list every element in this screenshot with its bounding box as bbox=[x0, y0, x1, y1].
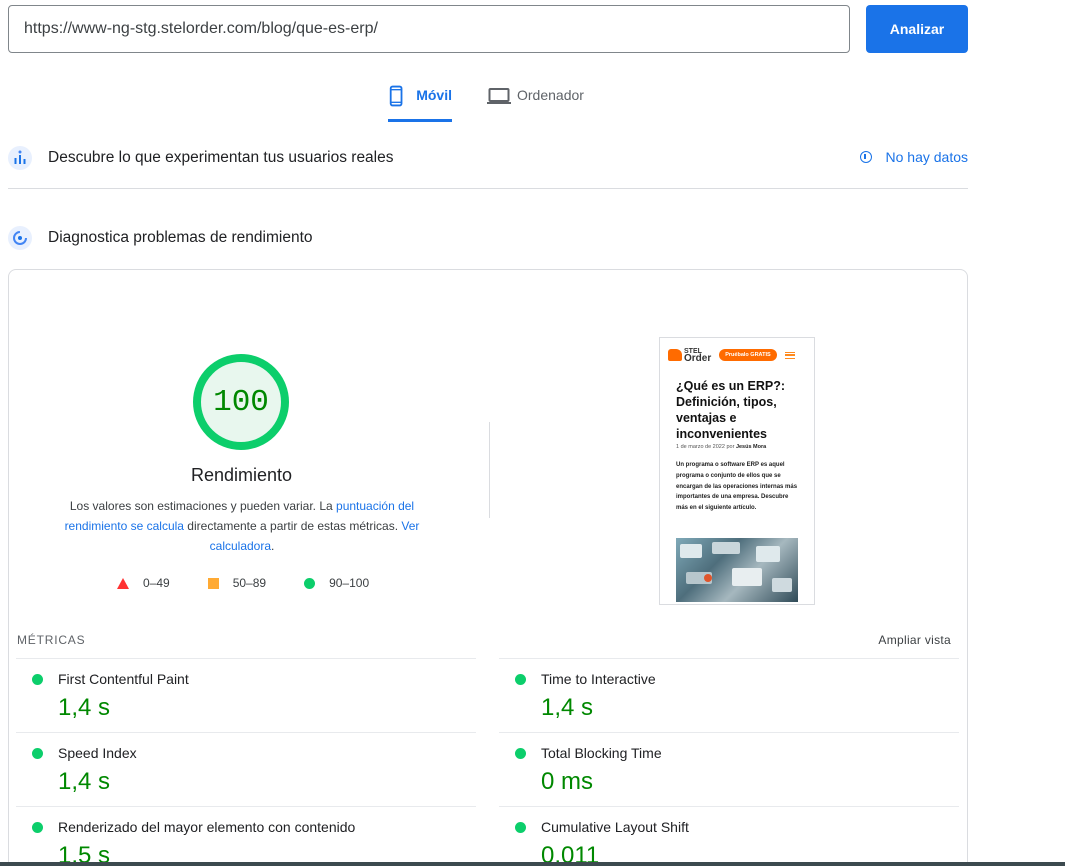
pass-circle-icon bbox=[515, 822, 526, 833]
tab-desktop-label: Ordenador bbox=[517, 87, 584, 103]
metric-value: 1,4 s bbox=[58, 768, 111, 795]
gorilla-logo-icon bbox=[668, 349, 682, 361]
metric-label: Cumulative Layout Shift bbox=[541, 819, 689, 835]
tab-desktop[interactable]: Ordenador bbox=[487, 80, 584, 122]
legend-average-label: 50–89 bbox=[232, 576, 267, 590]
metric-label: Total Blocking Time bbox=[541, 745, 662, 761]
field-data-title: Descubre lo que experimentan tus usuario… bbox=[48, 149, 394, 166]
metric-speed-index: Speed Index 1,4 s bbox=[16, 732, 476, 806]
thumb-header: STEL Order Pruébalo GRATIS bbox=[668, 346, 808, 364]
triangle-icon bbox=[117, 577, 129, 589]
performance-description: Los valores son estimaciones y pueden va… bbox=[57, 496, 427, 556]
pass-circle-icon bbox=[32, 674, 43, 685]
metric-cumulative-layout-shift: Cumulative Layout Shift 0,011 bbox=[499, 806, 959, 866]
desc-text-1: Los valores son estimaciones y pueden va… bbox=[69, 499, 337, 513]
metrics-left-column: First Contentful Paint 1,4 s Speed Index… bbox=[16, 658, 476, 866]
performance-card: 100 Rendimiento Los valores son estimaci… bbox=[8, 269, 968, 866]
lab-data-title: Diagnostica problemas de rendimiento bbox=[48, 229, 313, 246]
desc-text-3: . bbox=[271, 539, 275, 553]
metric-time-to-interactive: Time to Interactive 1,4 s bbox=[499, 658, 959, 732]
stelorder-logo: STEL Order bbox=[684, 348, 712, 364]
smartphone-icon bbox=[389, 85, 403, 107]
thumb-article-title: ¿Qué es un ERP?: Definición, tipos, vent… bbox=[676, 379, 786, 441]
no-data-label: No hay datos bbox=[885, 149, 969, 165]
performance-score-value: 100 bbox=[213, 384, 269, 420]
metric-largest-contentful-paint: Renderizado del mayor elemento con conte… bbox=[16, 806, 476, 866]
metrics-right-column: Time to Interactive 1,4 s Total Blocking… bbox=[499, 658, 959, 866]
field-data-section: Descubre lo que experimentan tus usuario… bbox=[8, 145, 968, 171]
thumb-article-photo bbox=[676, 538, 798, 602]
analyze-button[interactable]: Analizar bbox=[866, 5, 968, 53]
expand-view-toggle[interactable]: Ampliar vista bbox=[878, 633, 951, 647]
vertical-divider bbox=[489, 422, 490, 518]
legend-poor-label: 0–49 bbox=[143, 576, 170, 590]
url-input[interactable] bbox=[8, 5, 850, 53]
tab-mobile[interactable]: Móvil bbox=[388, 80, 452, 122]
free-trial-button: Pruébalo GRATIS bbox=[719, 349, 777, 361]
metric-total-blocking-time: Total Blocking Time 0 ms bbox=[499, 732, 959, 806]
metric-first-contentful-paint: First Contentful Paint 1,4 s bbox=[16, 658, 476, 732]
users-chart-icon bbox=[8, 146, 32, 170]
thumb-article-meta: 1 de marzo de 2022 por Jesús Mora bbox=[676, 444, 767, 450]
metric-value: 1,4 s bbox=[58, 694, 111, 721]
metric-label: Speed Index bbox=[58, 745, 137, 761]
legend-poor: 0–49 bbox=[117, 576, 170, 590]
metric-label: Time to Interactive bbox=[541, 671, 656, 687]
device-tabs: Móvil Ordenador bbox=[388, 80, 584, 122]
no-data-indicator[interactable]: No hay datos bbox=[859, 149, 969, 165]
hamburger-menu-icon bbox=[784, 351, 795, 359]
metrics-header: MÉTRICAS bbox=[17, 633, 86, 647]
url-search-row: Analizar bbox=[8, 5, 968, 53]
pass-circle-icon bbox=[515, 674, 526, 685]
laptop-icon bbox=[487, 88, 511, 104]
performance-score-gauge: 100 bbox=[192, 353, 290, 451]
legend-good: 90–100 bbox=[304, 576, 369, 590]
info-icon bbox=[859, 151, 872, 163]
circle-icon bbox=[304, 577, 316, 589]
section-divider bbox=[8, 188, 968, 189]
performance-label: Rendimiento bbox=[190, 465, 293, 485]
pass-circle-icon bbox=[32, 822, 43, 833]
metric-label: Renderizado del mayor elemento con conte… bbox=[58, 819, 356, 835]
thumb-article-body: Un programa o software ERP es aquel prog… bbox=[676, 462, 798, 512]
diagnostics-gauge-icon bbox=[8, 226, 32, 250]
desc-text-2: directamente a partir de estas métricas. bbox=[183, 519, 402, 533]
metric-value: 0 ms bbox=[541, 768, 594, 795]
pass-circle-icon bbox=[515, 748, 526, 759]
legend-good-label: 90–100 bbox=[329, 576, 370, 590]
pass-circle-icon bbox=[32, 748, 43, 759]
lab-data-section: Diagnostica problemas de rendimiento bbox=[8, 225, 968, 251]
square-icon bbox=[207, 577, 219, 589]
metric-label: First Contentful Paint bbox=[58, 671, 189, 687]
final-screenshot[interactable]: STEL Order Pruébalo GRATIS ¿Qué es un ER… bbox=[659, 337, 815, 605]
window-bottom-edge bbox=[0, 862, 1065, 866]
metric-value: 1,4 s bbox=[541, 694, 594, 721]
tab-mobile-label: Móvil bbox=[416, 87, 452, 103]
score-legend: 0–49 50–89 90–100 bbox=[117, 576, 407, 590]
legend-average: 50–89 bbox=[207, 576, 267, 590]
